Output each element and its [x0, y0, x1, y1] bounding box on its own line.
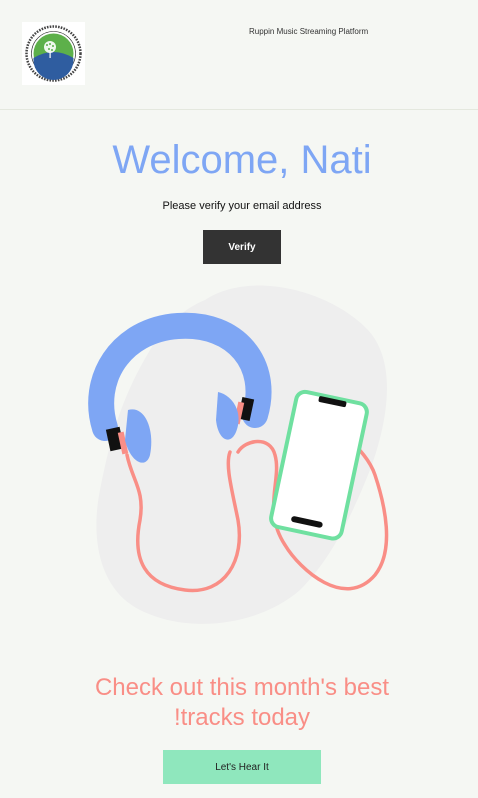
email-page: Ruppin Music Streaming Platform Welcome,…: [0, 0, 478, 798]
cta-text: Check out this month's best !tracks toda…: [0, 673, 478, 733]
cta-line-2: !tracks today: [173, 704, 311, 731]
lets-hear-it-button[interactable]: Let's Hear It: [163, 750, 321, 784]
cta-line-1: Check out this month's best: [94, 674, 390, 701]
